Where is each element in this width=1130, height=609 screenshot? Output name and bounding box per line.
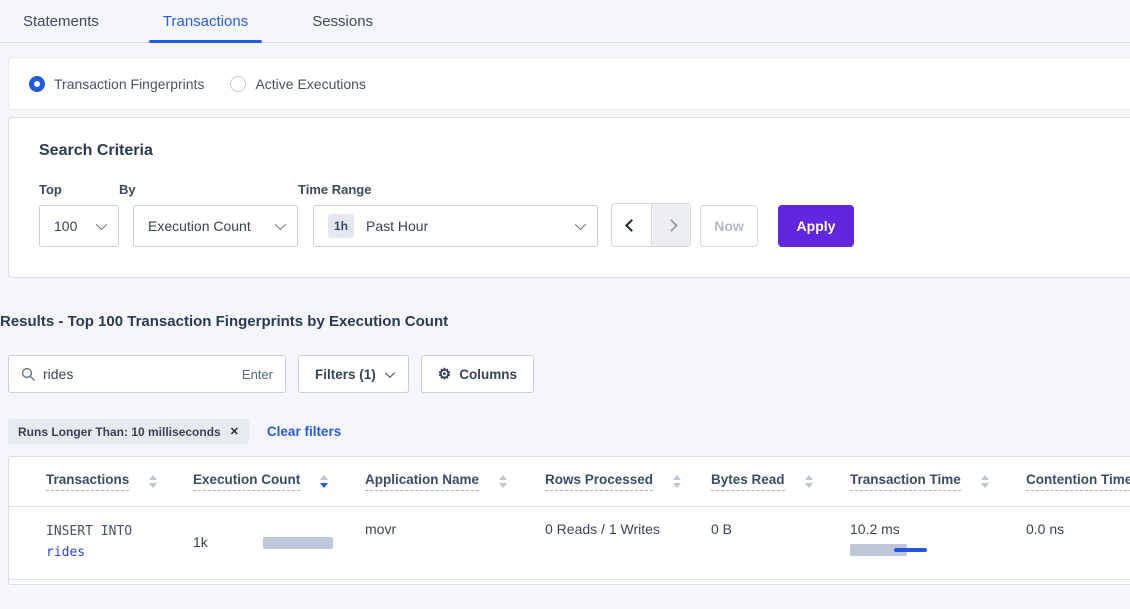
transaction-time-cell: 10.2 ms [850,521,1026,563]
chevron-down-icon [275,219,286,230]
columns-button[interactable]: ⚙ Columns [421,355,534,393]
execution-count-bar [263,537,333,549]
time-range-field: Time Range 1h Past Hour [298,182,598,247]
column-header-transactions[interactable]: Transactions [46,472,193,491]
column-header-rows-processed[interactable]: Rows Processed [545,472,711,491]
tab-sessions[interactable]: Sessions [312,0,373,43]
view-mode-card: Transaction Fingerprints Active Executio… [8,57,1130,110]
contention-time-cell: 0.0 ns [1026,521,1130,563]
chevron-down-icon [575,219,586,230]
chevron-down-icon [385,368,395,378]
search-box[interactable]: Enter [8,355,286,393]
by-select[interactable]: Execution Count [133,205,298,247]
transaction-fingerprint-cell: INSERT INTO rides [46,521,193,563]
time-deviation-bar [894,548,927,552]
tab-transactions[interactable]: Transactions [163,0,248,43]
time-shift-back-button[interactable] [612,204,651,246]
search-criteria-panel: Search Criteria Top 100 By Execution Cou… [8,117,1130,278]
transaction-time-bar [850,544,930,556]
chevron-right-icon [665,219,678,232]
table-row: INSERT INTO rides 1k movr 0 Reads / 1 Wr… [9,507,1130,580]
filter-chip-label: Runs Longer Than: 10 milliseconds [18,425,221,439]
by-label: By [119,182,298,197]
sql-text: INSERT INTO [46,521,193,542]
now-button[interactable]: Now [700,205,758,247]
execution-count-value: 1k [193,534,263,550]
time-shift-forward-button[interactable] [651,204,690,246]
tab-statements[interactable]: Statements [23,0,99,43]
radio-label: Transaction Fingerprints [54,76,204,92]
radio-transaction-fingerprints[interactable]: Transaction Fingerprints [29,76,204,92]
results-heading: Results - Top 100 Transaction Fingerprin… [0,313,1130,330]
apply-button[interactable]: Apply [778,205,854,247]
radio-active-executions[interactable]: Active Executions [230,76,366,92]
top-label: Top [39,182,119,197]
chevron-left-icon [625,219,638,232]
top-select[interactable]: 100 [39,205,119,247]
time-range-label: Time Range [298,182,598,197]
clear-filters-link[interactable]: Clear filters [267,424,341,439]
top-field: Top 100 [39,182,119,247]
sort-icon [499,475,507,488]
column-header-transaction-time[interactable]: Transaction Time [850,472,1026,491]
page-tabs: Statements Transactions Sessions [0,0,1130,43]
radio-unselected-icon [230,76,246,92]
columns-button-label: Columns [459,367,517,382]
radio-label: Active Executions [255,76,366,92]
execution-count-cell: 1k [193,521,365,563]
time-range-select[interactable]: 1h Past Hour [313,205,598,247]
filters-button[interactable]: Filters (1) [298,355,409,393]
time-range-badge: 1h [328,214,354,238]
transactions-table: Transactions Execution Count Application… [8,456,1130,585]
remove-filter-icon[interactable]: ✕ [230,425,239,438]
active-filters-row: Runs Longer Than: 10 milliseconds ✕ Clea… [8,419,1130,444]
time-range-value: Past Hour [366,218,428,234]
table-header-row: Transactions Execution Count Application… [9,457,1130,507]
sort-icon [673,475,681,488]
column-header-bytes-read[interactable]: Bytes Read [711,472,850,491]
radio-selected-icon [29,76,45,92]
chevron-down-icon [96,219,107,230]
search-icon [21,367,35,381]
filter-chip: Runs Longer Than: 10 milliseconds ✕ [8,419,249,444]
by-field: By Execution Count [119,182,298,247]
sort-desc-icon [320,475,328,488]
filters-button-label: Filters (1) [315,367,376,382]
column-header-execution-count[interactable]: Execution Count [193,472,365,491]
top-select-value: 100 [54,218,77,234]
transaction-link[interactable]: rides [46,542,193,563]
gear-icon: ⚙ [438,367,451,382]
column-header-application-name[interactable]: Application Name [365,472,545,491]
sort-icon [149,475,157,488]
column-header-contention-time[interactable]: Contention Time [1026,472,1130,491]
application-name-cell: movr [365,521,545,563]
results-toolbar: Enter Filters (1) ⚙ Columns [8,355,1130,393]
search-criteria-title: Search Criteria [39,142,1130,160]
search-enter-hint: Enter [242,367,273,382]
transaction-time-value: 10.2 ms [850,521,1026,537]
bytes-read-cell: 0 B [711,521,850,563]
search-input[interactable] [43,366,242,382]
rows-processed-cell: 0 Reads / 1 Writes [545,521,711,563]
time-shift-group [611,203,691,247]
by-select-value: Execution Count [148,218,251,234]
sort-icon [981,475,989,488]
sort-icon [805,475,813,488]
